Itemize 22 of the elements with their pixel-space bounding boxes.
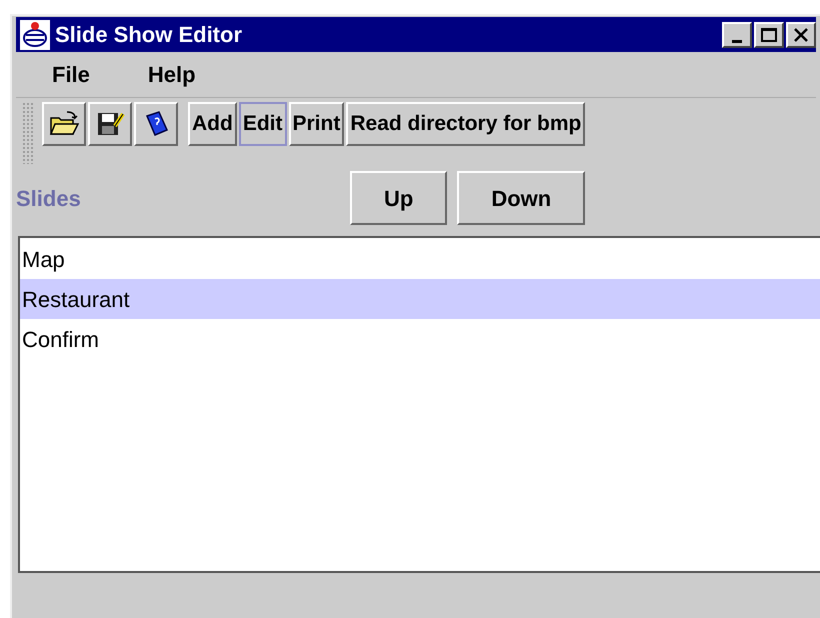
- disk-icon: [95, 110, 125, 138]
- minimize-button[interactable]: [722, 22, 752, 48]
- toolbar-button[interactable]: [88, 102, 132, 146]
- toolbar-button[interactable]: Read directory for bmp: [346, 102, 586, 146]
- close-icon: [793, 28, 809, 42]
- toolbar-button[interactable]: [42, 102, 86, 146]
- slides-label: Slides: [15, 184, 82, 212]
- app-icon: [20, 20, 50, 50]
- toolbar-grip[interactable]: [22, 102, 34, 164]
- close-button[interactable]: [786, 22, 816, 48]
- maximize-button[interactable]: [754, 22, 784, 48]
- order-button[interactable]: Down: [457, 171, 586, 225]
- list-item[interactable]: Restaurant: [20, 279, 820, 319]
- folder-icon: [49, 110, 79, 138]
- toolbar-button[interactable]: Edit: [238, 102, 286, 146]
- order-button[interactable]: Up: [350, 171, 448, 225]
- toolbar-button[interactable]: Add: [188, 102, 237, 146]
- window-title: Slide Show Editor: [55, 21, 242, 49]
- toolbar-button[interactable]: Print: [288, 102, 344, 146]
- menu-item[interactable]: File: [52, 58, 90, 91]
- menu-item[interactable]: Help: [148, 58, 196, 91]
- toolbar-button[interactable]: [134, 102, 178, 146]
